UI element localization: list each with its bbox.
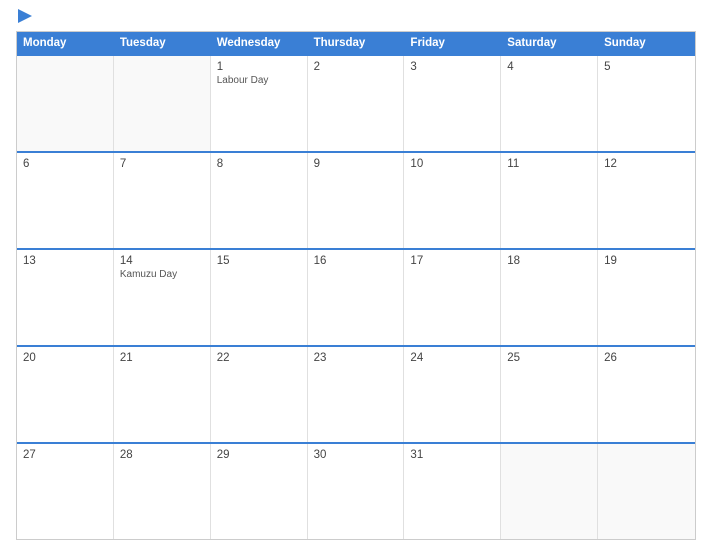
day-number: 1 xyxy=(217,61,301,73)
holiday-label: Kamuzu Day xyxy=(120,269,204,280)
week-row-2: 6 7 8 9 10 11 12 xyxy=(17,151,695,248)
day-number: 10 xyxy=(410,158,494,170)
day-number: 26 xyxy=(604,352,689,364)
cal-cell: 27 xyxy=(17,444,114,539)
day-number: 22 xyxy=(217,352,301,364)
cal-cell: 1 Labour Day xyxy=(211,56,308,151)
day-number: 16 xyxy=(314,255,398,267)
cal-cell: 9 xyxy=(308,153,405,248)
day-header-monday: Monday xyxy=(17,32,114,54)
holiday-label: Labour Day xyxy=(217,75,301,86)
cal-cell: 16 xyxy=(308,250,405,345)
day-number: 14 xyxy=(120,255,204,267)
cal-cell: 5 xyxy=(598,56,695,151)
cal-cell: 17 xyxy=(404,250,501,345)
day-number: 11 xyxy=(507,158,591,170)
day-number: 23 xyxy=(314,352,398,364)
cal-cell: 18 xyxy=(501,250,598,345)
day-number: 9 xyxy=(314,158,398,170)
cal-cell: 13 xyxy=(17,250,114,345)
week-row-4: 20 21 22 23 24 25 26 xyxy=(17,345,695,442)
cal-cell: 14 Kamuzu Day xyxy=(114,250,211,345)
day-number: 29 xyxy=(217,449,301,461)
cal-cell: 30 xyxy=(308,444,405,539)
cal-cell xyxy=(17,56,114,151)
day-number: 5 xyxy=(604,61,689,73)
day-number: 4 xyxy=(507,61,591,73)
day-number: 2 xyxy=(314,61,398,73)
page: MondayTuesdayWednesdayThursdayFridaySatu… xyxy=(0,0,712,550)
cal-cell: 19 xyxy=(598,250,695,345)
calendar-body: 1Labour Day234567891011121314Kamuzu Day1… xyxy=(17,54,695,539)
day-number: 7 xyxy=(120,158,204,170)
cal-cell xyxy=(598,444,695,539)
cal-cell: 15 xyxy=(211,250,308,345)
cal-cell: 7 xyxy=(114,153,211,248)
day-number: 6 xyxy=(23,158,107,170)
day-number: 30 xyxy=(314,449,398,461)
cal-cell xyxy=(501,444,598,539)
day-number: 3 xyxy=(410,61,494,73)
cal-cell: 3 xyxy=(404,56,501,151)
week-row-5: 27 28 29 30 31 xyxy=(17,442,695,539)
day-number: 24 xyxy=(410,352,494,364)
day-number: 8 xyxy=(217,158,301,170)
cal-cell: 22 xyxy=(211,347,308,442)
day-header-friday: Friday xyxy=(404,32,501,54)
cal-cell: 24 xyxy=(404,347,501,442)
day-number: 21 xyxy=(120,352,204,364)
day-number: 17 xyxy=(410,255,494,267)
day-number: 13 xyxy=(23,255,107,267)
cal-cell: 4 xyxy=(501,56,598,151)
day-header-tuesday: Tuesday xyxy=(114,32,211,54)
cal-cell: 23 xyxy=(308,347,405,442)
day-header-sunday: Sunday xyxy=(598,32,695,54)
cal-cell: 21 xyxy=(114,347,211,442)
cal-cell: 20 xyxy=(17,347,114,442)
cal-cell: 8 xyxy=(211,153,308,248)
day-header-thursday: Thursday xyxy=(308,32,405,54)
day-number: 19 xyxy=(604,255,689,267)
cal-cell: 26 xyxy=(598,347,695,442)
calendar-header: MondayTuesdayWednesdayThursdayFridaySatu… xyxy=(17,32,695,54)
cal-cell: 10 xyxy=(404,153,501,248)
cal-cell xyxy=(114,56,211,151)
cal-cell: 2 xyxy=(308,56,405,151)
day-header-saturday: Saturday xyxy=(501,32,598,54)
cal-cell: 28 xyxy=(114,444,211,539)
header xyxy=(16,10,696,23)
day-number: 28 xyxy=(120,449,204,461)
day-number: 27 xyxy=(23,449,107,461)
day-number: 31 xyxy=(410,449,494,461)
week-row-1: 1 Labour Day 23 4 5 xyxy=(17,54,695,151)
day-number: 20 xyxy=(23,352,107,364)
week-row-3: 13 14 Kamuzu Day 15 16 17 18 19 xyxy=(17,248,695,345)
day-header-wednesday: Wednesday xyxy=(211,32,308,54)
cal-cell: 12 xyxy=(598,153,695,248)
cal-cell: 11 xyxy=(501,153,598,248)
logo-flag-icon xyxy=(18,9,32,23)
calendar: MondayTuesdayWednesdayThursdayFridaySatu… xyxy=(16,31,696,540)
logo xyxy=(16,10,32,23)
cal-cell: 29 xyxy=(211,444,308,539)
day-number: 18 xyxy=(507,255,591,267)
cal-cell: 6 xyxy=(17,153,114,248)
cal-cell: 31 xyxy=(404,444,501,539)
cal-cell: 25 xyxy=(501,347,598,442)
day-number: 15 xyxy=(217,255,301,267)
day-number: 25 xyxy=(507,352,591,364)
day-number: 12 xyxy=(604,158,689,170)
